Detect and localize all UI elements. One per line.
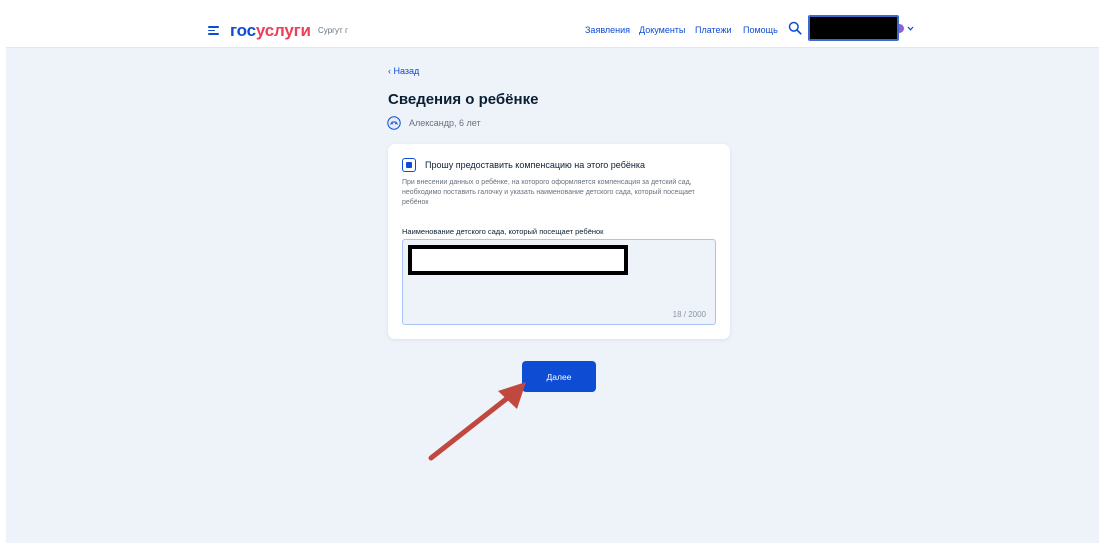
logo-part-uslugi: услуги [255,21,311,40]
page-title: Сведения о ребёнке [388,91,539,108]
nav-payments[interactable]: Платежи [695,25,732,35]
city-selector[interactable]: Сургут г [318,26,348,35]
nav-documents[interactable]: Документы [639,25,685,35]
nav-help[interactable]: Помощь [743,25,778,35]
character-counter: 18 / 2000 [672,310,706,319]
kindergarten-name-textarea[interactable]: 18 / 2000 [402,239,716,325]
compensation-checkbox[interactable] [402,158,416,172]
kindergarten-name-value-redacted [408,245,628,275]
header: госуслуги Сургут г Заявления Документы П… [6,0,1099,48]
checkbox-label[interactable]: Прошу предоставить компенсацию на этого … [425,160,645,170]
user-profile-redacted[interactable] [808,15,899,41]
child-info-card: Прошу предоставить компенсацию на этого … [388,144,730,339]
kindergarten-field-label: Наименование детского сада, который посе… [402,227,604,236]
search-icon[interactable] [788,21,802,35]
avatar[interactable] [899,24,904,33]
menu-icon[interactable] [208,26,219,35]
checkbox-checked-mark [405,161,412,168]
checkbox-hint: При внесении данных о ребёнке, на которо… [402,179,695,206]
nav-applications[interactable]: Заявления [585,25,630,35]
logo-part-gos: гос [230,21,256,40]
gosuslugi-logo[interactable]: госуслуги [230,21,311,41]
child-avatar-icon [387,116,401,130]
chevron-down-icon[interactable] [907,26,914,31]
back-link[interactable]: ‹ Назад [388,66,419,76]
page-background: госуслуги Сургут г Заявления Документы П… [6,0,1099,543]
child-name: Александр, 6 лет [409,118,481,128]
annotation-arrow [428,382,526,461]
